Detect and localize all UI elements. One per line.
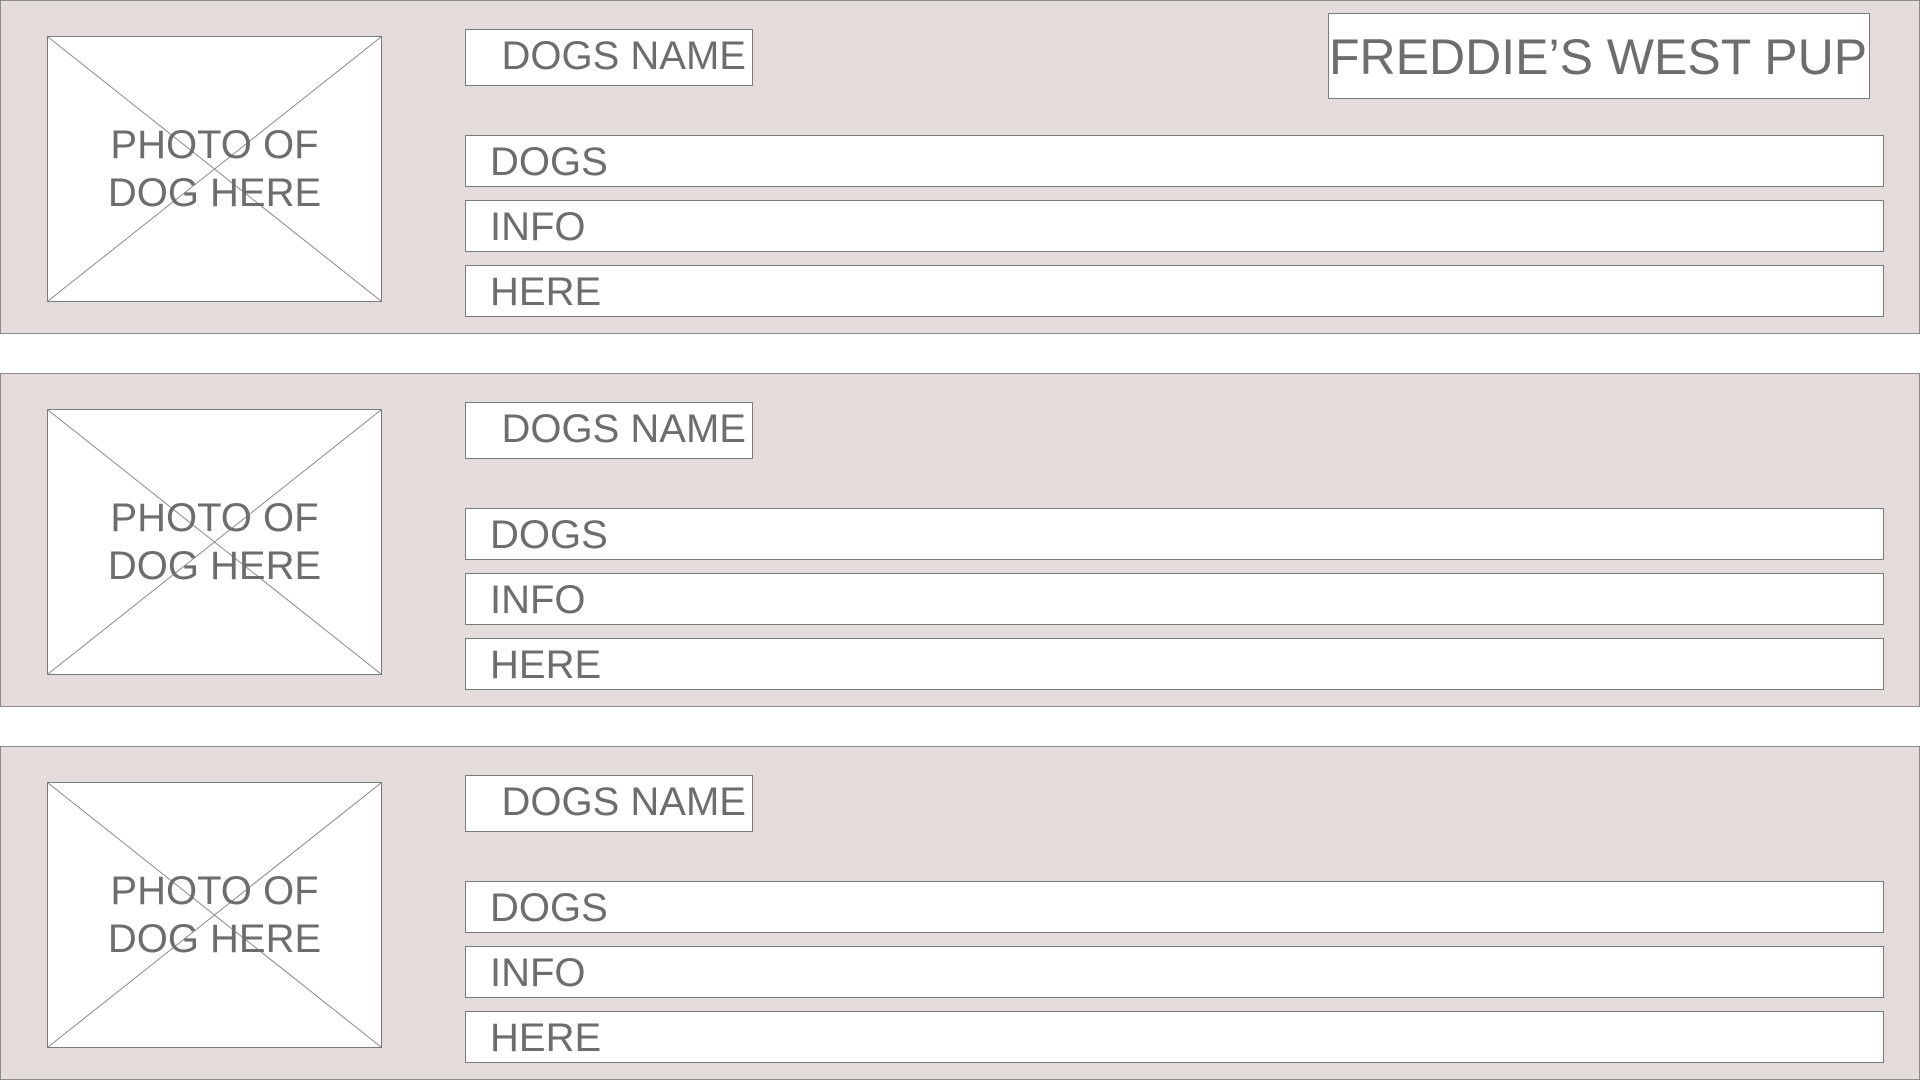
- photo-placeholder-label: PHOTO OF DOG HERE: [48, 37, 381, 301]
- dog-photo-placeholder: PHOTO OF DOG HERE: [47, 409, 382, 675]
- dog-info-line-3: HERE: [465, 638, 1884, 690]
- dog-card: PHOTO OF DOG HERE DOGS NAME FREDDIE’S WE…: [0, 0, 1920, 334]
- dog-info-line-2: INFO: [465, 200, 1884, 252]
- dog-name-field: DOGS NAME: [465, 29, 753, 86]
- dog-info-line-2: INFO: [465, 573, 1884, 625]
- dog-info-line-3: HERE: [465, 265, 1884, 317]
- dog-card: PHOTO OF DOG HERE DOGS NAME DOGS INFO HE…: [0, 373, 1920, 707]
- dog-info-line-3: HERE: [465, 1011, 1884, 1063]
- photo-label-line-2: DOG HERE: [107, 544, 322, 588]
- dog-info-line-1: DOGS: [465, 135, 1884, 187]
- photo-label-line-2: DOG HERE: [107, 171, 322, 215]
- photo-placeholder-label: PHOTO OF DOG HERE: [48, 410, 381, 674]
- dog-listing-page: PHOTO OF DOG HERE DOGS NAME FREDDIE’S WE…: [0, 0, 1920, 1080]
- dog-info-line-2: INFO: [465, 946, 1884, 998]
- dog-photo-placeholder: PHOTO OF DOG HERE: [47, 782, 382, 1048]
- photo-label-line-1: PHOTO OF: [110, 496, 319, 540]
- dog-info-line-1: DOGS: [465, 881, 1884, 933]
- dog-photo-placeholder: PHOTO OF DOG HERE: [47, 36, 382, 302]
- dog-info-line-1: DOGS: [465, 508, 1884, 560]
- photo-placeholder-label: PHOTO OF DOG HERE: [48, 783, 381, 1047]
- brand-title: FREDDIE’S WEST PUPS: [1328, 13, 1870, 99]
- photo-label-line-1: PHOTO OF: [110, 123, 319, 167]
- dog-name-field: DOGS NAME: [465, 402, 753, 459]
- dog-card: PHOTO OF DOG HERE DOGS NAME DOGS INFO HE…: [0, 746, 1920, 1080]
- photo-label-line-1: PHOTO OF: [110, 869, 319, 913]
- photo-label-line-2: DOG HERE: [107, 917, 322, 961]
- dog-name-field: DOGS NAME: [465, 775, 753, 832]
